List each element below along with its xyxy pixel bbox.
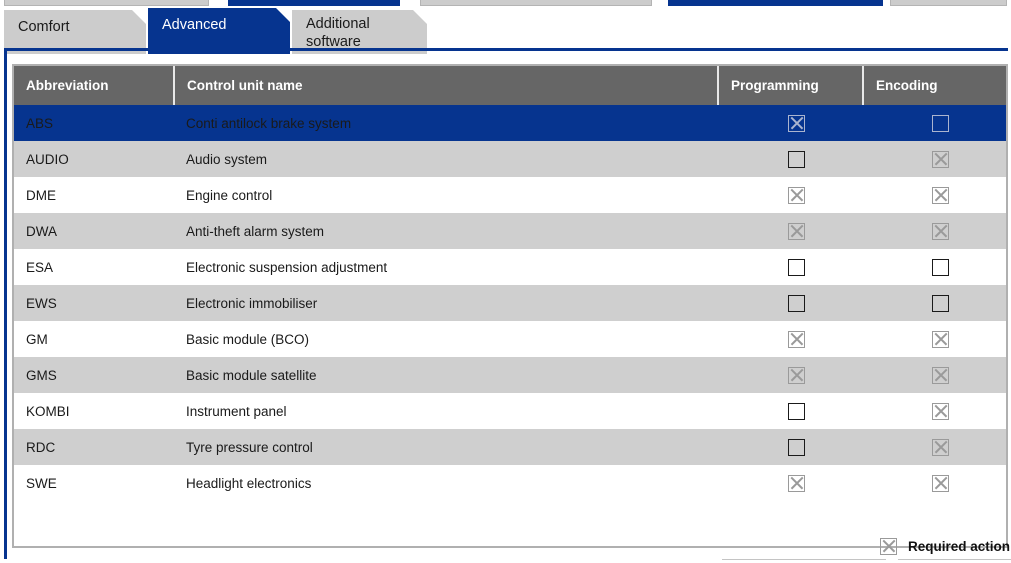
programming-checkbox[interactable] [788,366,805,384]
tab-bar: Comfort Advanced Additional software [0,6,1011,54]
encoding-checkbox[interactable] [932,294,949,312]
cell-programming [718,213,863,249]
cell-control-unit-name: Anti-theft alarm system [174,213,718,249]
programming-checkbox[interactable] [788,402,805,420]
table-row[interactable]: ABS Conti antilock brake system [14,105,1006,141]
cell-programming [718,393,863,429]
programming-checkbox[interactable] [788,114,805,132]
column-header-encoding[interactable]: Encoding [863,66,1006,105]
cell-abbreviation: GMS [14,357,174,393]
programming-checkbox[interactable] [788,150,805,168]
cell-encoding [863,249,1006,285]
table-row[interactable]: KOMBI Instrument panel [14,393,1006,429]
programming-checkbox[interactable] [788,474,805,492]
encoding-checkbox[interactable] [932,186,949,204]
cell-control-unit-name: Conti antilock brake system [174,105,718,141]
cell-programming [718,357,863,393]
column-header-control-unit-name[interactable]: Control unit name [174,66,719,105]
cell-abbreviation: GM [14,321,174,357]
cell-abbreviation: EWS [14,285,174,321]
legend: Required action [880,536,1010,556]
content-frame: Abbreviation Control unit name Programmi… [4,48,1008,559]
programming-checkbox[interactable] [788,186,805,204]
cell-control-unit-name: Basic module satellite [174,357,718,393]
table-row[interactable]: DME Engine control [14,177,1006,213]
cell-programming [718,321,863,357]
table-row[interactable]: RDC Tyre pressure control [14,429,1006,465]
cell-abbreviation: AUDIO [14,141,174,177]
cell-abbreviation: DWA [14,213,174,249]
table-row[interactable]: ESA Electronic suspension adjustment [14,249,1006,285]
cell-programming [718,285,863,321]
cell-control-unit-name: Instrument panel [174,393,718,429]
table-row[interactable]: EWS Electronic immobiliser [14,285,1006,321]
cell-control-unit-name: Headlight electronics [174,465,718,501]
control-unit-table: Abbreviation Control unit name Programmi… [14,66,1006,501]
legend-label: Required action [908,538,1011,554]
table-row[interactable]: SWE Headlight electronics [14,465,1006,501]
cell-control-unit-name: Basic module (BCO) [174,321,718,357]
bottom-rule-left [722,559,886,560]
cell-encoding [863,105,1006,141]
table-row[interactable]: AUDIO Audio system [14,141,1006,177]
cell-encoding [863,393,1006,429]
cell-programming [718,177,863,213]
cell-abbreviation: ABS [14,105,174,141]
cell-control-unit-name: Electronic immobiliser [174,285,718,321]
cell-programming [718,105,863,141]
cell-abbreviation: ESA [14,249,174,285]
cell-programming [718,429,863,465]
cell-encoding [863,429,1006,465]
encoding-checkbox[interactable] [932,402,949,420]
table-row[interactable]: GM Basic module (BCO) [14,321,1006,357]
encoding-checkbox[interactable] [932,438,949,456]
programming-checkbox[interactable] [788,258,805,276]
encoding-checkbox[interactable] [932,258,949,276]
cell-encoding [863,141,1006,177]
cell-encoding [863,321,1006,357]
cell-programming [718,465,863,501]
cell-encoding [863,465,1006,501]
cell-encoding [863,177,1006,213]
table-row[interactable]: GMS Basic module satellite [14,357,1006,393]
column-header-abbreviation[interactable]: Abbreviation [14,66,175,105]
encoding-checkbox[interactable] [932,474,949,492]
cell-abbreviation: RDC [14,429,174,465]
table-body: ABS Conti antilock brake system AUDIO Audio… [14,105,1006,501]
cell-abbreviation: DME [14,177,174,213]
control-unit-table-container: Abbreviation Control unit name Programmi… [12,64,1008,548]
column-header-programming[interactable]: Programming [718,66,864,105]
cell-programming [718,249,863,285]
encoding-checkbox[interactable] [932,366,949,384]
table-header-row: Abbreviation Control unit name Programmi… [14,66,1006,105]
cell-abbreviation: KOMBI [14,393,174,429]
encoding-checkbox[interactable] [932,150,949,168]
cell-control-unit-name: Engine control [174,177,718,213]
cell-programming [718,141,863,177]
cell-control-unit-name: Audio system [174,141,718,177]
encoding-checkbox[interactable] [932,330,949,348]
encoding-checkbox[interactable] [932,114,949,132]
programming-checkbox[interactable] [788,330,805,348]
cell-abbreviation: SWE [14,465,174,501]
programming-checkbox[interactable] [788,294,805,312]
bottom-rule-right [898,559,1011,560]
table-row[interactable]: DWA Anti-theft alarm system [14,213,1006,249]
cell-encoding [863,285,1006,321]
checked-box-icon [880,537,897,555]
cell-control-unit-name: Tyre pressure control [174,429,718,465]
table-header: Abbreviation Control unit name Programmi… [14,66,1006,105]
cell-encoding [863,357,1006,393]
encoding-checkbox[interactable] [932,222,949,240]
control-unit-selection-screen: Comfort Advanced Additional software Abb… [0,0,1011,563]
programming-checkbox[interactable] [788,222,805,240]
programming-checkbox[interactable] [788,438,805,456]
cell-encoding [863,213,1006,249]
cell-control-unit-name: Electronic suspension adjustment [174,249,718,285]
